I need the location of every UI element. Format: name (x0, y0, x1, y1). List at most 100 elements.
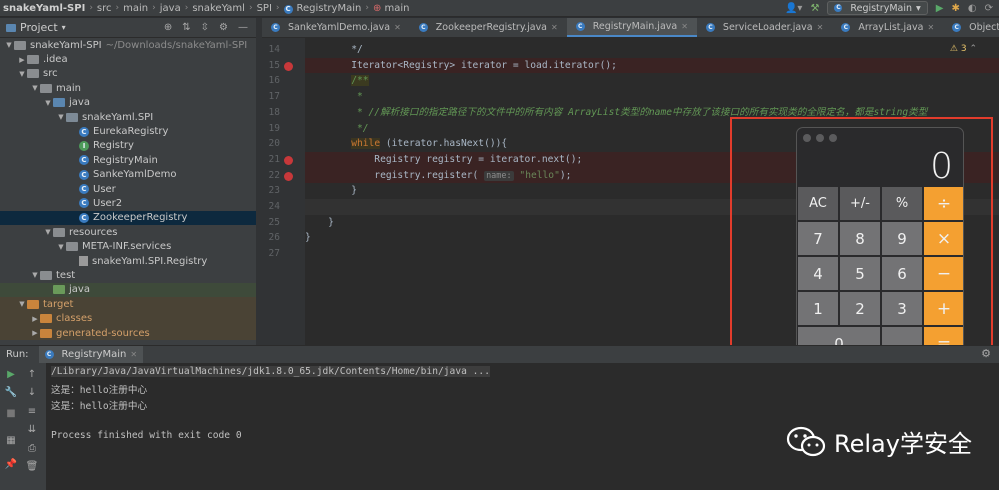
breakpoint-icon[interactable] (284, 171, 293, 181)
print-icon[interactable]: ⎙ (25, 443, 39, 454)
arrow-down-icon[interactable]: ↓ (25, 387, 39, 398)
calc-key-all-clear[interactable]: AC (797, 186, 839, 221)
run-configuration-select[interactable]: C RegistryMain ▾ (827, 1, 928, 15)
chevron-down-icon[interactable]: ▼ (56, 113, 66, 121)
tree-item[interactable]: ▼ test (0, 268, 256, 282)
chevron-right-icon[interactable]: ▶ (17, 56, 27, 64)
tree-item[interactable]: C User (0, 182, 256, 196)
close-icon[interactable]: ✕ (817, 23, 824, 32)
locate-icon[interactable]: ⊕ (164, 22, 172, 33)
close-icon[interactable]: ✕ (130, 350, 137, 359)
calc-key-8[interactable]: 8 (839, 221, 881, 256)
chevron-down-icon[interactable]: ▼ (43, 228, 53, 236)
tree-item[interactable]: C RegistryMain (0, 153, 256, 167)
close-icon[interactable]: ✕ (927, 23, 934, 32)
chevron-down-icon[interactable]: ▼ (17, 70, 27, 78)
layout-icon[interactable]: ▦ (4, 435, 18, 446)
editor-tab[interactable]: C ZookeeperRegistry.java ✕ (410, 18, 567, 37)
editor-tab[interactable]: C SankeYamlDemo.java ✕ (262, 18, 410, 37)
tree-item[interactable]: ▼ snakeYaml-SPI ~/Downloads/snakeYaml-SPI (0, 38, 256, 52)
tree-item[interactable]: ▼ src (0, 67, 256, 81)
debug-icon[interactable]: ✱ (951, 3, 959, 14)
close-icon[interactable]: ✕ (394, 23, 401, 32)
calc-key-percent[interactable]: % (881, 186, 923, 221)
tree-item[interactable]: ▶ generated-sources (0, 325, 256, 341)
tree-item[interactable]: C SankeYamlDemo (0, 168, 256, 182)
breakpoint-icon[interactable] (284, 155, 293, 165)
chevron-right-icon[interactable]: ▶ (30, 315, 40, 323)
editor-gutter[interactable]: 14 15 16 17 18 19 20 21 22 23 24 25 26 27 (262, 38, 305, 345)
chevron-right-icon[interactable]: ▶ (30, 329, 40, 337)
profile-icon[interactable]: ⟳ (985, 3, 993, 14)
chevron-down-icon[interactable]: ▼ (17, 300, 27, 308)
breadcrumb-src[interactable]: src (94, 3, 115, 14)
tree-item[interactable]: java (0, 282, 256, 298)
gear-icon[interactable]: ⚙ (981, 347, 991, 360)
breadcrumb-method-main[interactable]: ⊕ main (370, 3, 413, 14)
tree-item[interactable]: ▼ META-INF.services (0, 239, 256, 253)
collapse-all-icon[interactable]: ⇅ (182, 22, 190, 33)
breadcrumb-registrymain[interactable]: C RegistryMain (281, 3, 365, 14)
editor-tab[interactable]: CObject.java✕ (943, 18, 999, 37)
pin-icon[interactable]: 📌 (4, 459, 18, 470)
minimize-icon[interactable]: — (238, 22, 248, 33)
tree-item[interactable]: ▶ classes (0, 311, 256, 326)
breadcrumb-spi[interactable]: SPI (254, 3, 275, 14)
stop-icon[interactable]: ■ (4, 408, 18, 419)
rerun-icon[interactable]: ▶ (4, 369, 18, 380)
tree-item[interactable]: I Registry (0, 139, 256, 153)
tree-item[interactable]: ▼ target (0, 297, 256, 312)
editor-tab[interactable]: C RegistryMain.java ✕ (566, 18, 697, 37)
expand-all-icon[interactable]: ⇳ (201, 22, 209, 33)
breadcrumb-snakeyaml[interactable]: snakeYaml (189, 3, 248, 14)
chevron-down-icon[interactable]: ▼ (43, 99, 53, 107)
calc-key-subtract[interactable]: − (923, 256, 963, 291)
wrench-icon[interactable]: 🔧 (4, 387, 18, 398)
run-icon[interactable]: ▶ (936, 3, 944, 14)
calc-key-4[interactable]: 4 (797, 256, 839, 291)
tree-item[interactable]: C ZookeeperRegistry (0, 210, 256, 226)
calc-key-1[interactable]: 1 (797, 291, 839, 326)
chevron-down-icon[interactable]: ▼ (56, 243, 66, 251)
arrow-up-icon[interactable]: ↑ (25, 369, 39, 380)
calc-key-9[interactable]: 9 (881, 221, 923, 256)
tree-item[interactable]: ▶ .idea (0, 52, 256, 66)
calc-key-add[interactable]: + (923, 291, 963, 326)
breakpoint-icon[interactable] (284, 61, 293, 71)
chevron-down-icon[interactable]: ▼ (30, 271, 40, 279)
project-view-select[interactable]: Project ▾ (0, 21, 66, 34)
editor-tab[interactable]: C ServiceLoader.java ✕ (697, 18, 832, 37)
close-window-button[interactable] (803, 134, 811, 142)
user-icon[interactable]: 👤▾ (785, 3, 802, 14)
calc-key-divide[interactable]: ÷ (923, 186, 963, 221)
calc-key-5[interactable]: 5 (839, 256, 881, 291)
tree-item[interactable]: ▼ main (0, 81, 256, 95)
calc-key-7[interactable]: 7 (797, 221, 839, 256)
soft-wrap-icon[interactable]: ≡ (25, 406, 39, 417)
inspection-warnings[interactable]: ⚠ 3 ⌃ (950, 44, 977, 54)
close-icon[interactable]: ✕ (551, 23, 558, 32)
calc-key-3[interactable]: 3 (881, 291, 923, 326)
chevron-down-icon[interactable]: ▼ (4, 41, 14, 49)
gear-icon[interactable]: ⚙ (219, 22, 228, 33)
close-icon[interactable]: ✕ (681, 22, 688, 31)
coverage-icon[interactable]: ◐ (968, 3, 977, 14)
tree-item[interactable]: C EurekaRegistry (0, 124, 256, 138)
calc-key-sign[interactable]: +/- (839, 186, 881, 221)
tree-item[interactable]: ▼ snakeYaml.SPI (0, 110, 256, 124)
tree-item[interactable]: C User2 (0, 196, 256, 210)
tree-item[interactable]: snakeYaml.SPI.Registry (0, 254, 256, 268)
calc-key-2[interactable]: 2 (839, 291, 881, 326)
calc-key-multiply[interactable]: × (923, 221, 963, 256)
breadcrumb-project[interactable]: snakeYaml-SPI (0, 3, 88, 14)
chevron-down-icon[interactable]: ▼ (30, 84, 40, 92)
zoom-window-button[interactable] (829, 134, 837, 142)
tree-item[interactable]: ▼ java (0, 96, 256, 110)
tree-item[interactable]: ▼ resources (0, 225, 256, 239)
trash-icon[interactable]: 🗑 (25, 461, 39, 472)
minimize-window-button[interactable] (816, 134, 824, 142)
calc-key-6[interactable]: 6 (881, 256, 923, 291)
scroll-to-end-icon[interactable]: ⇊ (25, 424, 39, 435)
editor-tab[interactable]: C ArrayList.java ✕ (832, 18, 943, 37)
breadcrumb-main[interactable]: main (120, 3, 151, 14)
